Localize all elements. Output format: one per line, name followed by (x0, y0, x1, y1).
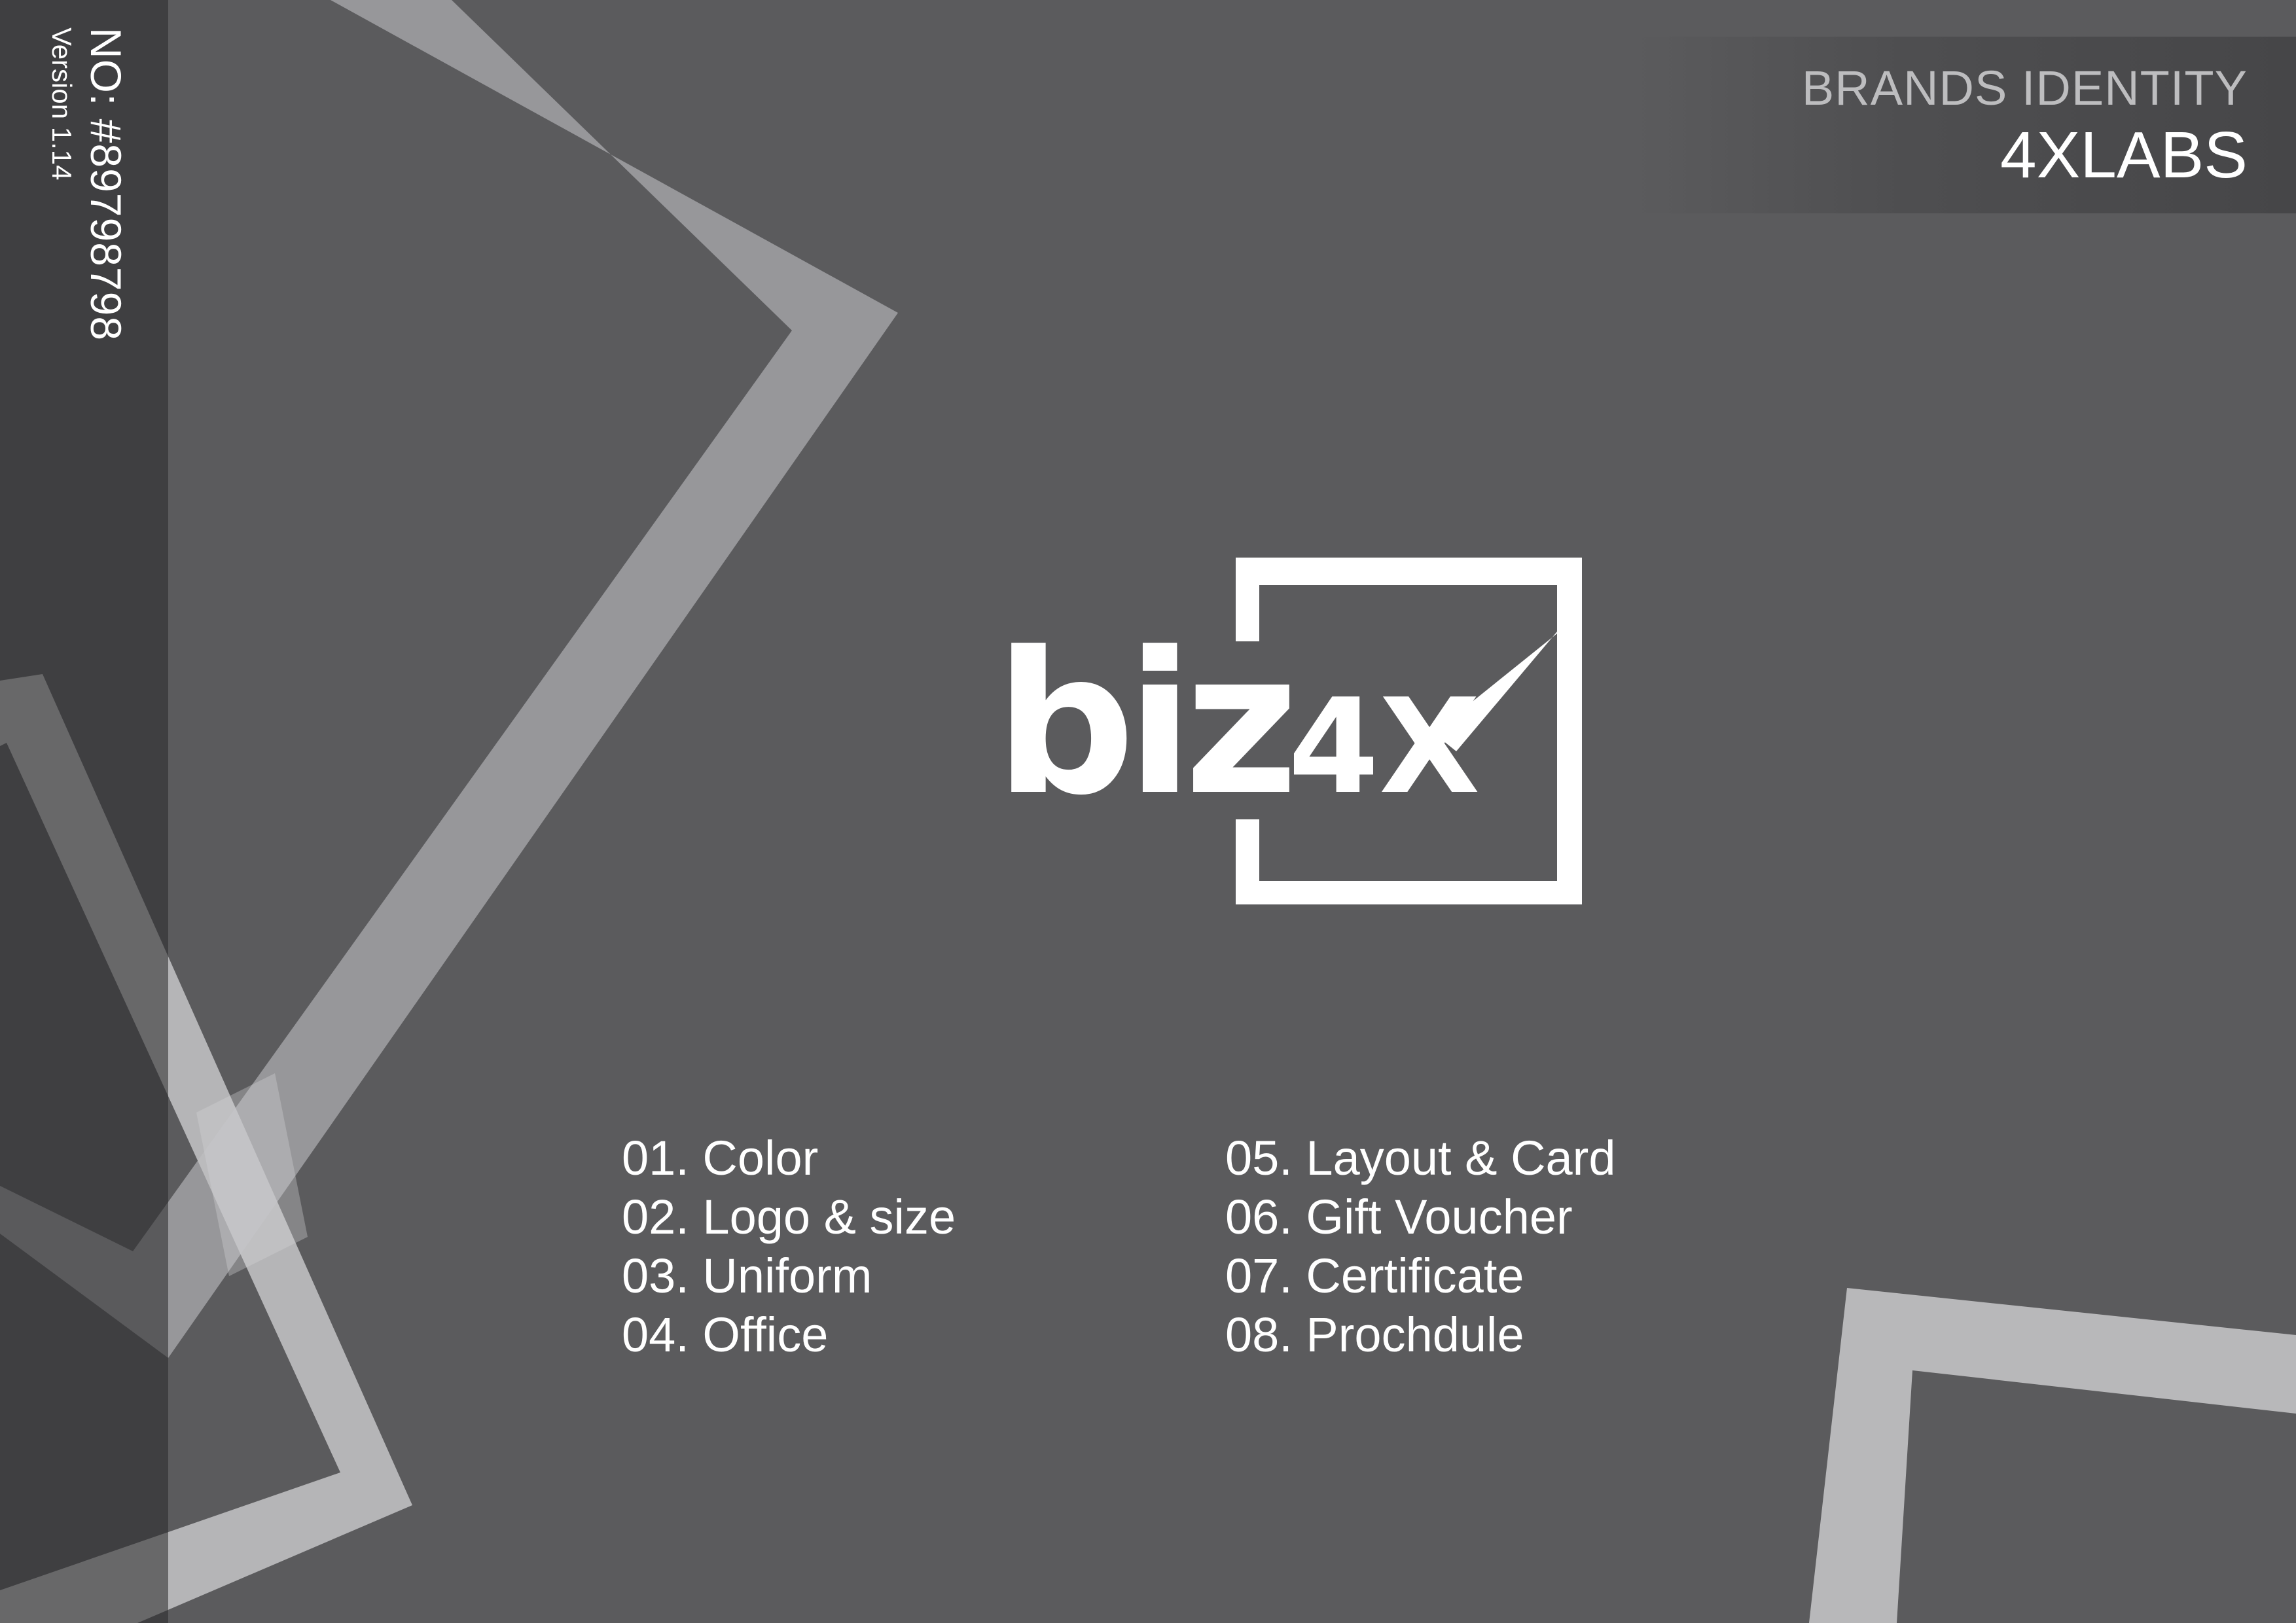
header-subtitle: BRANDS IDENTITY (1801, 61, 2248, 115)
biz4x-logo: biz 4X (995, 558, 1582, 904)
toc-item: 06. Gift Voucher (1225, 1190, 1573, 1244)
document-number: NO: #89798798 (82, 27, 130, 342)
corner-frame-shape (1809, 1288, 2296, 1623)
toc-item: 08. Prochdule (1225, 1308, 1524, 1362)
toc-item: 04. Office (622, 1308, 829, 1362)
header-title: 4XLABS (2000, 118, 2248, 192)
logo-mark: 4X (1288, 671, 1480, 823)
version-label: Version 1.14 (46, 27, 77, 181)
toc-item: 07. Certificate (1225, 1249, 1524, 1303)
toc-right-column: 05. Layout & Card 06. Gift Voucher 07. C… (1225, 1129, 1615, 1364)
sidebar-strip: NO: #89798798 Version 1.14 (0, 0, 168, 1623)
toc-item: 01. Color (622, 1131, 819, 1185)
toc-item: 03. Uniform (622, 1249, 872, 1303)
toc-left-column: 01. Color 02. Logo & size 03. Uniform 04… (622, 1129, 956, 1364)
toc-item: 02. Logo & size (622, 1190, 956, 1244)
cover-page: NO: #89798798 Version 1.14 BRANDS IDENTI… (0, 0, 2296, 1623)
logo-wordmark: biz (995, 610, 1292, 838)
toc-item: 05. Layout & Card (1225, 1131, 1616, 1185)
